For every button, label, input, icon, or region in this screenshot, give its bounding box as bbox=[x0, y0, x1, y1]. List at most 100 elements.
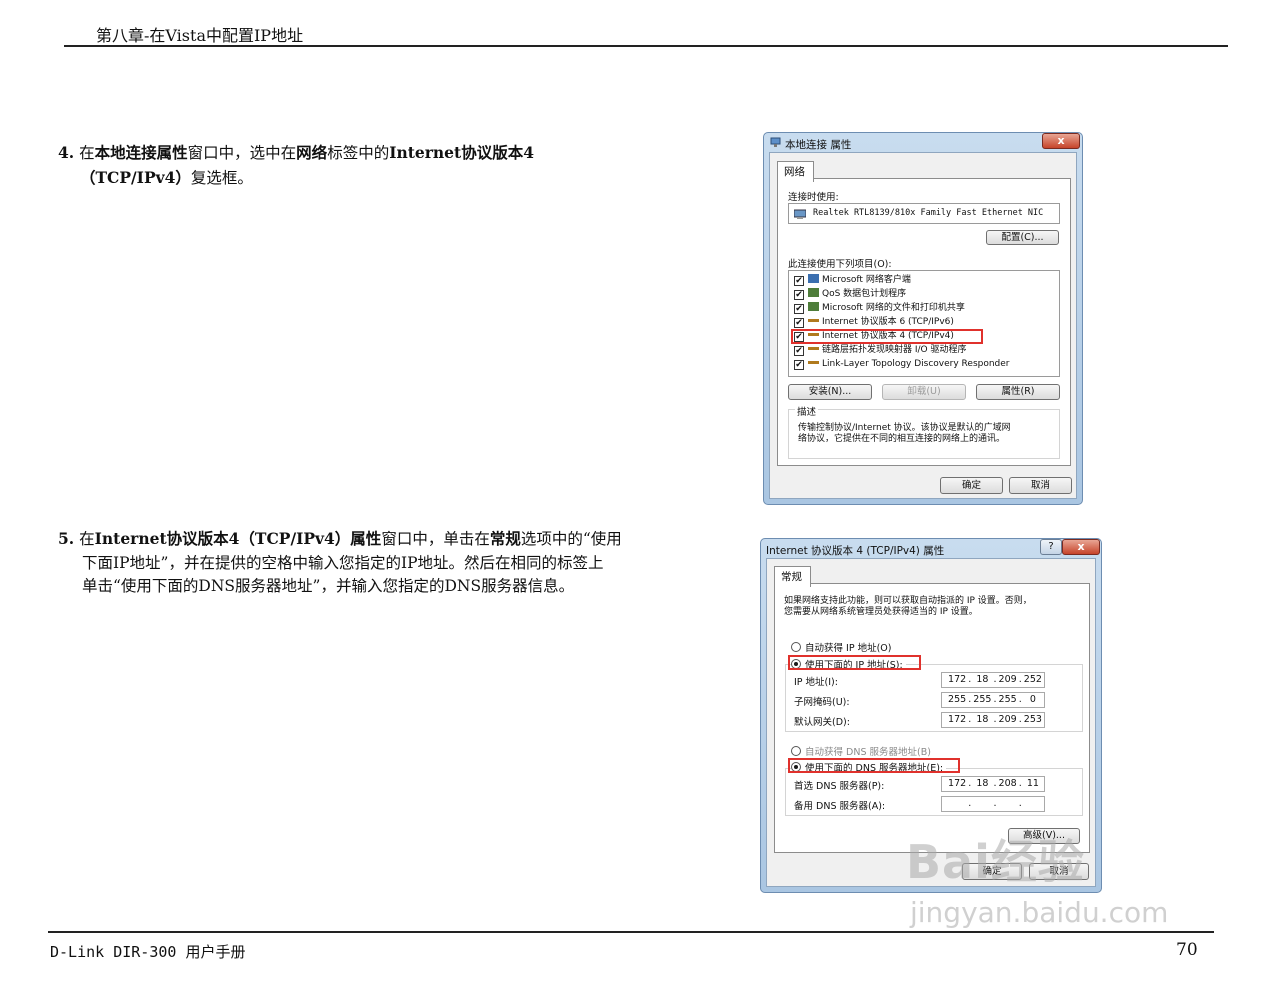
description-group: 描述 传输控制协议/Internet 协议。该协议是默认的广域网 络协议，它提供… bbox=[788, 404, 1060, 459]
ip-octet: 255 bbox=[998, 694, 1017, 705]
alternate-dns-field[interactable]: ... bbox=[941, 796, 1045, 812]
list-item[interactable]: ✔ 链路层拓扑发现映射器 I/O 驱动程序 bbox=[794, 343, 967, 357]
item-label: 链路层拓扑发现映射器 I/O 驱动程序 bbox=[822, 345, 967, 355]
radio-dot bbox=[791, 642, 801, 652]
ip-octet: 18 bbox=[976, 714, 989, 725]
step-4-part: 标签中的 bbox=[327, 144, 390, 162]
close-button[interactable]: x bbox=[1062, 539, 1100, 555]
item-checkbox[interactable]: ✔ bbox=[794, 360, 804, 370]
ip-label: IP 地址(I): bbox=[794, 677, 838, 688]
ipv4-highlight-box bbox=[791, 329, 983, 344]
ip-octet: 172 bbox=[948, 714, 967, 725]
client-icon bbox=[808, 274, 819, 283]
step-4-part: 窗口中，选中在 bbox=[187, 144, 297, 162]
step-4-bold: （TCP/IPv4） bbox=[80, 167, 191, 187]
cancel-button[interactable]: 取消 bbox=[1009, 477, 1072, 494]
ip-octet: 172 bbox=[948, 778, 967, 789]
install-button[interactable]: 安装(N)... bbox=[788, 384, 872, 400]
ip-octet bbox=[946, 797, 968, 811]
adapter-name: Realtek RTL8139/810x Family Fast Etherne… bbox=[813, 208, 1044, 218]
manual-ip-highlight-box bbox=[788, 655, 921, 670]
item-label: Link-Layer Topology Discovery Responder bbox=[822, 359, 1010, 369]
step-4-bold: 网络 bbox=[296, 143, 328, 162]
ip-octet: 255 bbox=[948, 694, 967, 705]
step-4-number: 4. bbox=[58, 143, 75, 162]
dialog-title: 本地连接 属性 bbox=[785, 139, 852, 151]
step-4-bold: Internet协议版本4 bbox=[389, 143, 534, 162]
auto-ip-label: 自动获得 IP 地址(O) bbox=[805, 643, 892, 654]
gateway-label: 默认网关(D): bbox=[794, 717, 850, 728]
step-5-number: 5. bbox=[58, 529, 75, 548]
item-label: QoS 数据包计划程序 bbox=[822, 289, 907, 299]
watermark-url: jingyan.baidu.com bbox=[910, 896, 1169, 929]
step-5-bold: Internet协议版本4（TCP/IPv4）属性 bbox=[94, 529, 382, 548]
list-item[interactable]: ✔ Microsoft 网络的文件和打印机共享 bbox=[794, 301, 965, 315]
item-label: Microsoft 网络客户端 bbox=[822, 275, 911, 285]
item-checkbox[interactable]: ✔ bbox=[794, 318, 804, 328]
header-rule bbox=[64, 45, 1228, 47]
general-tab-panel: 如果网络支持此功能，则可以获取自动指派的 IP 设置。否则， 您需要从网络系统管… bbox=[774, 583, 1090, 853]
step-4-text: 4. 在本地连接属性窗口中，选中在网络标签中的Internet协议版本4 （TC… bbox=[58, 141, 658, 190]
protocol-icon bbox=[808, 347, 819, 350]
ip-octet: 253 bbox=[1023, 714, 1042, 725]
local-connection-properties-dialog: 本地连接 属性 x 网络 连接时使用: Realtek RTL8139/810x… bbox=[763, 132, 1083, 505]
tab-general[interactable]: 常规 bbox=[774, 566, 811, 587]
page-number: 70 bbox=[1176, 940, 1198, 960]
network-icon bbox=[770, 137, 781, 147]
close-button[interactable]: x bbox=[1042, 133, 1080, 149]
item-label: Internet 协议版本 6 (TCP/IPv6) bbox=[822, 317, 954, 327]
tab-network[interactable]: 网络 bbox=[777, 161, 814, 182]
ip-octet: 0 bbox=[1029, 694, 1036, 705]
service-icon bbox=[808, 288, 819, 297]
list-item[interactable]: ✔ Microsoft 网络客户端 bbox=[794, 273, 911, 287]
ip-address-field[interactable]: 172. 18. 209. 252 bbox=[941, 672, 1045, 688]
item-checkbox[interactable]: ✔ bbox=[794, 290, 804, 300]
ip-octet: 208 bbox=[998, 778, 1017, 789]
properties-button[interactable]: 属性(R) bbox=[976, 384, 1060, 400]
ip-octet: 18 bbox=[976, 674, 989, 685]
items-list: ✔ Microsoft 网络客户端 ✔ QoS 数据包计划程序 ✔ Microsoft… bbox=[788, 270, 1060, 377]
dialog-client-area: 网络 连接时使用: Realtek RTL8139/810x Family Fa… bbox=[769, 152, 1077, 499]
ip-octet: 252 bbox=[1023, 674, 1042, 685]
step-5-line: 下面IP地址”，并在提供的空格中输入您指定的IP地址。然后在相同的标签上 bbox=[82, 553, 604, 572]
subnet-mask-label: 子网掩码(U): bbox=[794, 697, 850, 708]
list-item[interactable]: ✔ QoS 数据包计划程序 bbox=[794, 287, 906, 301]
ip-octet bbox=[997, 797, 1019, 811]
step-4-part: 在 bbox=[79, 144, 95, 162]
ip-octet: 11 bbox=[1026, 778, 1039, 789]
description-label: 描述 bbox=[795, 404, 819, 418]
list-item[interactable]: ✔ Link-Layer Topology Discovery Responder bbox=[794, 357, 1010, 371]
footer-rule bbox=[48, 931, 1214, 933]
service-icon bbox=[808, 302, 819, 311]
preferred-dns-label: 首选 DNS 服务器(P): bbox=[794, 781, 885, 792]
radio-dot bbox=[791, 746, 801, 756]
item-checkbox[interactable]: ✔ bbox=[794, 346, 804, 356]
adapter-box: Realtek RTL8139/810x Family Fast Etherne… bbox=[788, 203, 1060, 224]
item-checkbox[interactable]: ✔ bbox=[794, 304, 804, 314]
list-item[interactable]: ✔ Internet 协议版本 6 (TCP/IPv6) bbox=[794, 315, 954, 329]
connect-using-label: 连接时使用: bbox=[788, 192, 839, 203]
description-line: 络协议，它提供在不同的相互连接的网络上的通讯。 bbox=[798, 434, 1006, 444]
subnet-mask-field[interactable]: 255. 255. 255. 0 bbox=[941, 692, 1045, 708]
ip-octet bbox=[971, 797, 993, 811]
configure-button[interactable]: 配置(C)... bbox=[986, 230, 1059, 245]
protocol-icon bbox=[808, 361, 819, 364]
ip-octet: 172 bbox=[948, 674, 967, 685]
step-4-part: 复选框。 bbox=[190, 168, 253, 187]
step-5-part: 窗口中，单击在 bbox=[381, 530, 490, 548]
auto-dns-label: 自动获得 DNS 服务器地址(B) bbox=[805, 747, 931, 758]
auto-dns-radio[interactable]: 自动获得 DNS 服务器地址(B) bbox=[791, 744, 931, 758]
protocol-icon bbox=[808, 319, 819, 322]
uninstall-button[interactable]: 卸载(U) bbox=[882, 384, 966, 400]
auto-ip-radio[interactable]: 自动获得 IP 地址(O) bbox=[791, 640, 891, 654]
ip-octet: 18 bbox=[976, 778, 989, 789]
ok-button[interactable]: 确定 bbox=[940, 477, 1003, 494]
help-button[interactable]: ? bbox=[1040, 539, 1062, 555]
gateway-field[interactable]: 172. 18. 209. 253 bbox=[941, 712, 1045, 728]
item-checkbox[interactable]: ✔ bbox=[794, 276, 804, 286]
preferred-dns-field[interactable]: 172. 18. 208. 11 bbox=[941, 776, 1045, 792]
intro-line: 您需要从网络系统管理员处获得适当的 IP 设置。 bbox=[784, 607, 978, 617]
manual-dns-highlight-box bbox=[788, 758, 960, 773]
alternate-dns-label: 备用 DNS 服务器(A): bbox=[794, 801, 886, 812]
page-header: 第八章-在Vista中配置IP地址 bbox=[96, 26, 304, 45]
